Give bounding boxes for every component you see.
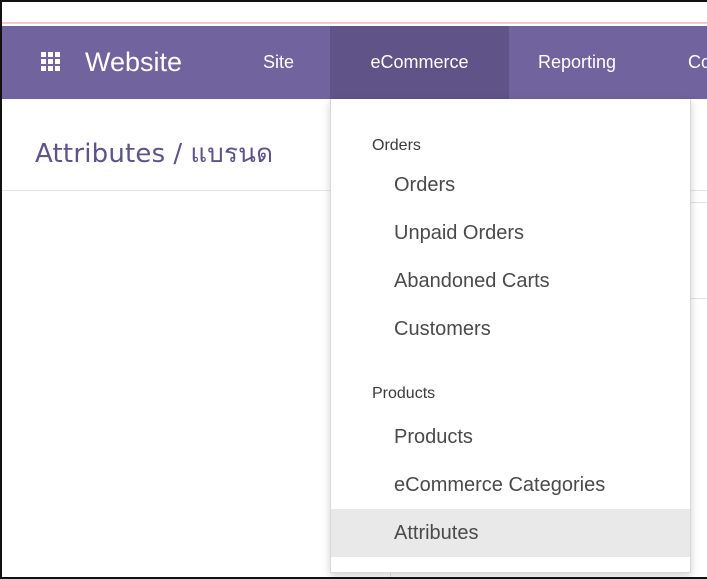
top-strip — [2, 2, 707, 24]
menu-item-ecommerce-categories[interactable]: eCommerce Categories — [331, 461, 690, 509]
breadcrumb-parent[interactable]: Attributes — [35, 139, 165, 169]
menu-item-customers[interactable]: Customers — [331, 305, 690, 353]
dropdown-header-products: Products — [372, 385, 436, 402]
menu-item-unpaid-orders[interactable]: Unpaid Orders — [331, 209, 690, 257]
menu-item-attributes[interactable]: Attributes — [331, 509, 690, 557]
apps-grid-icon[interactable] — [41, 52, 60, 71]
main-navbar: Website Site eCommerce Reporting Co — [2, 26, 707, 99]
breadcrumb: Attributes / แบรนด — [35, 133, 273, 174]
app-window: Website Site eCommerce Reporting Co Attr… — [0, 0, 707, 579]
nav-item-site[interactable]: Site — [263, 26, 294, 99]
menu-item-abandoned-carts[interactable]: Abandoned Carts — [331, 257, 690, 305]
menu-item-products[interactable]: Products — [331, 413, 690, 461]
breadcrumb-current: แบรนด — [190, 139, 274, 169]
ecommerce-dropdown-menu: Orders Orders Unpaid Orders Abandoned Ca… — [330, 99, 691, 573]
app-brand[interactable]: Website — [85, 44, 182, 80]
nav-item-ecommerce[interactable]: eCommerce — [330, 26, 509, 99]
nav-item-reporting[interactable]: Reporting — [538, 26, 616, 99]
dropdown-header-orders: Orders — [372, 137, 421, 154]
breadcrumb-separator: / — [173, 139, 183, 169]
menu-item-orders[interactable]: Orders — [331, 161, 690, 209]
nav-item-configuration[interactable]: Co — [688, 26, 707, 99]
